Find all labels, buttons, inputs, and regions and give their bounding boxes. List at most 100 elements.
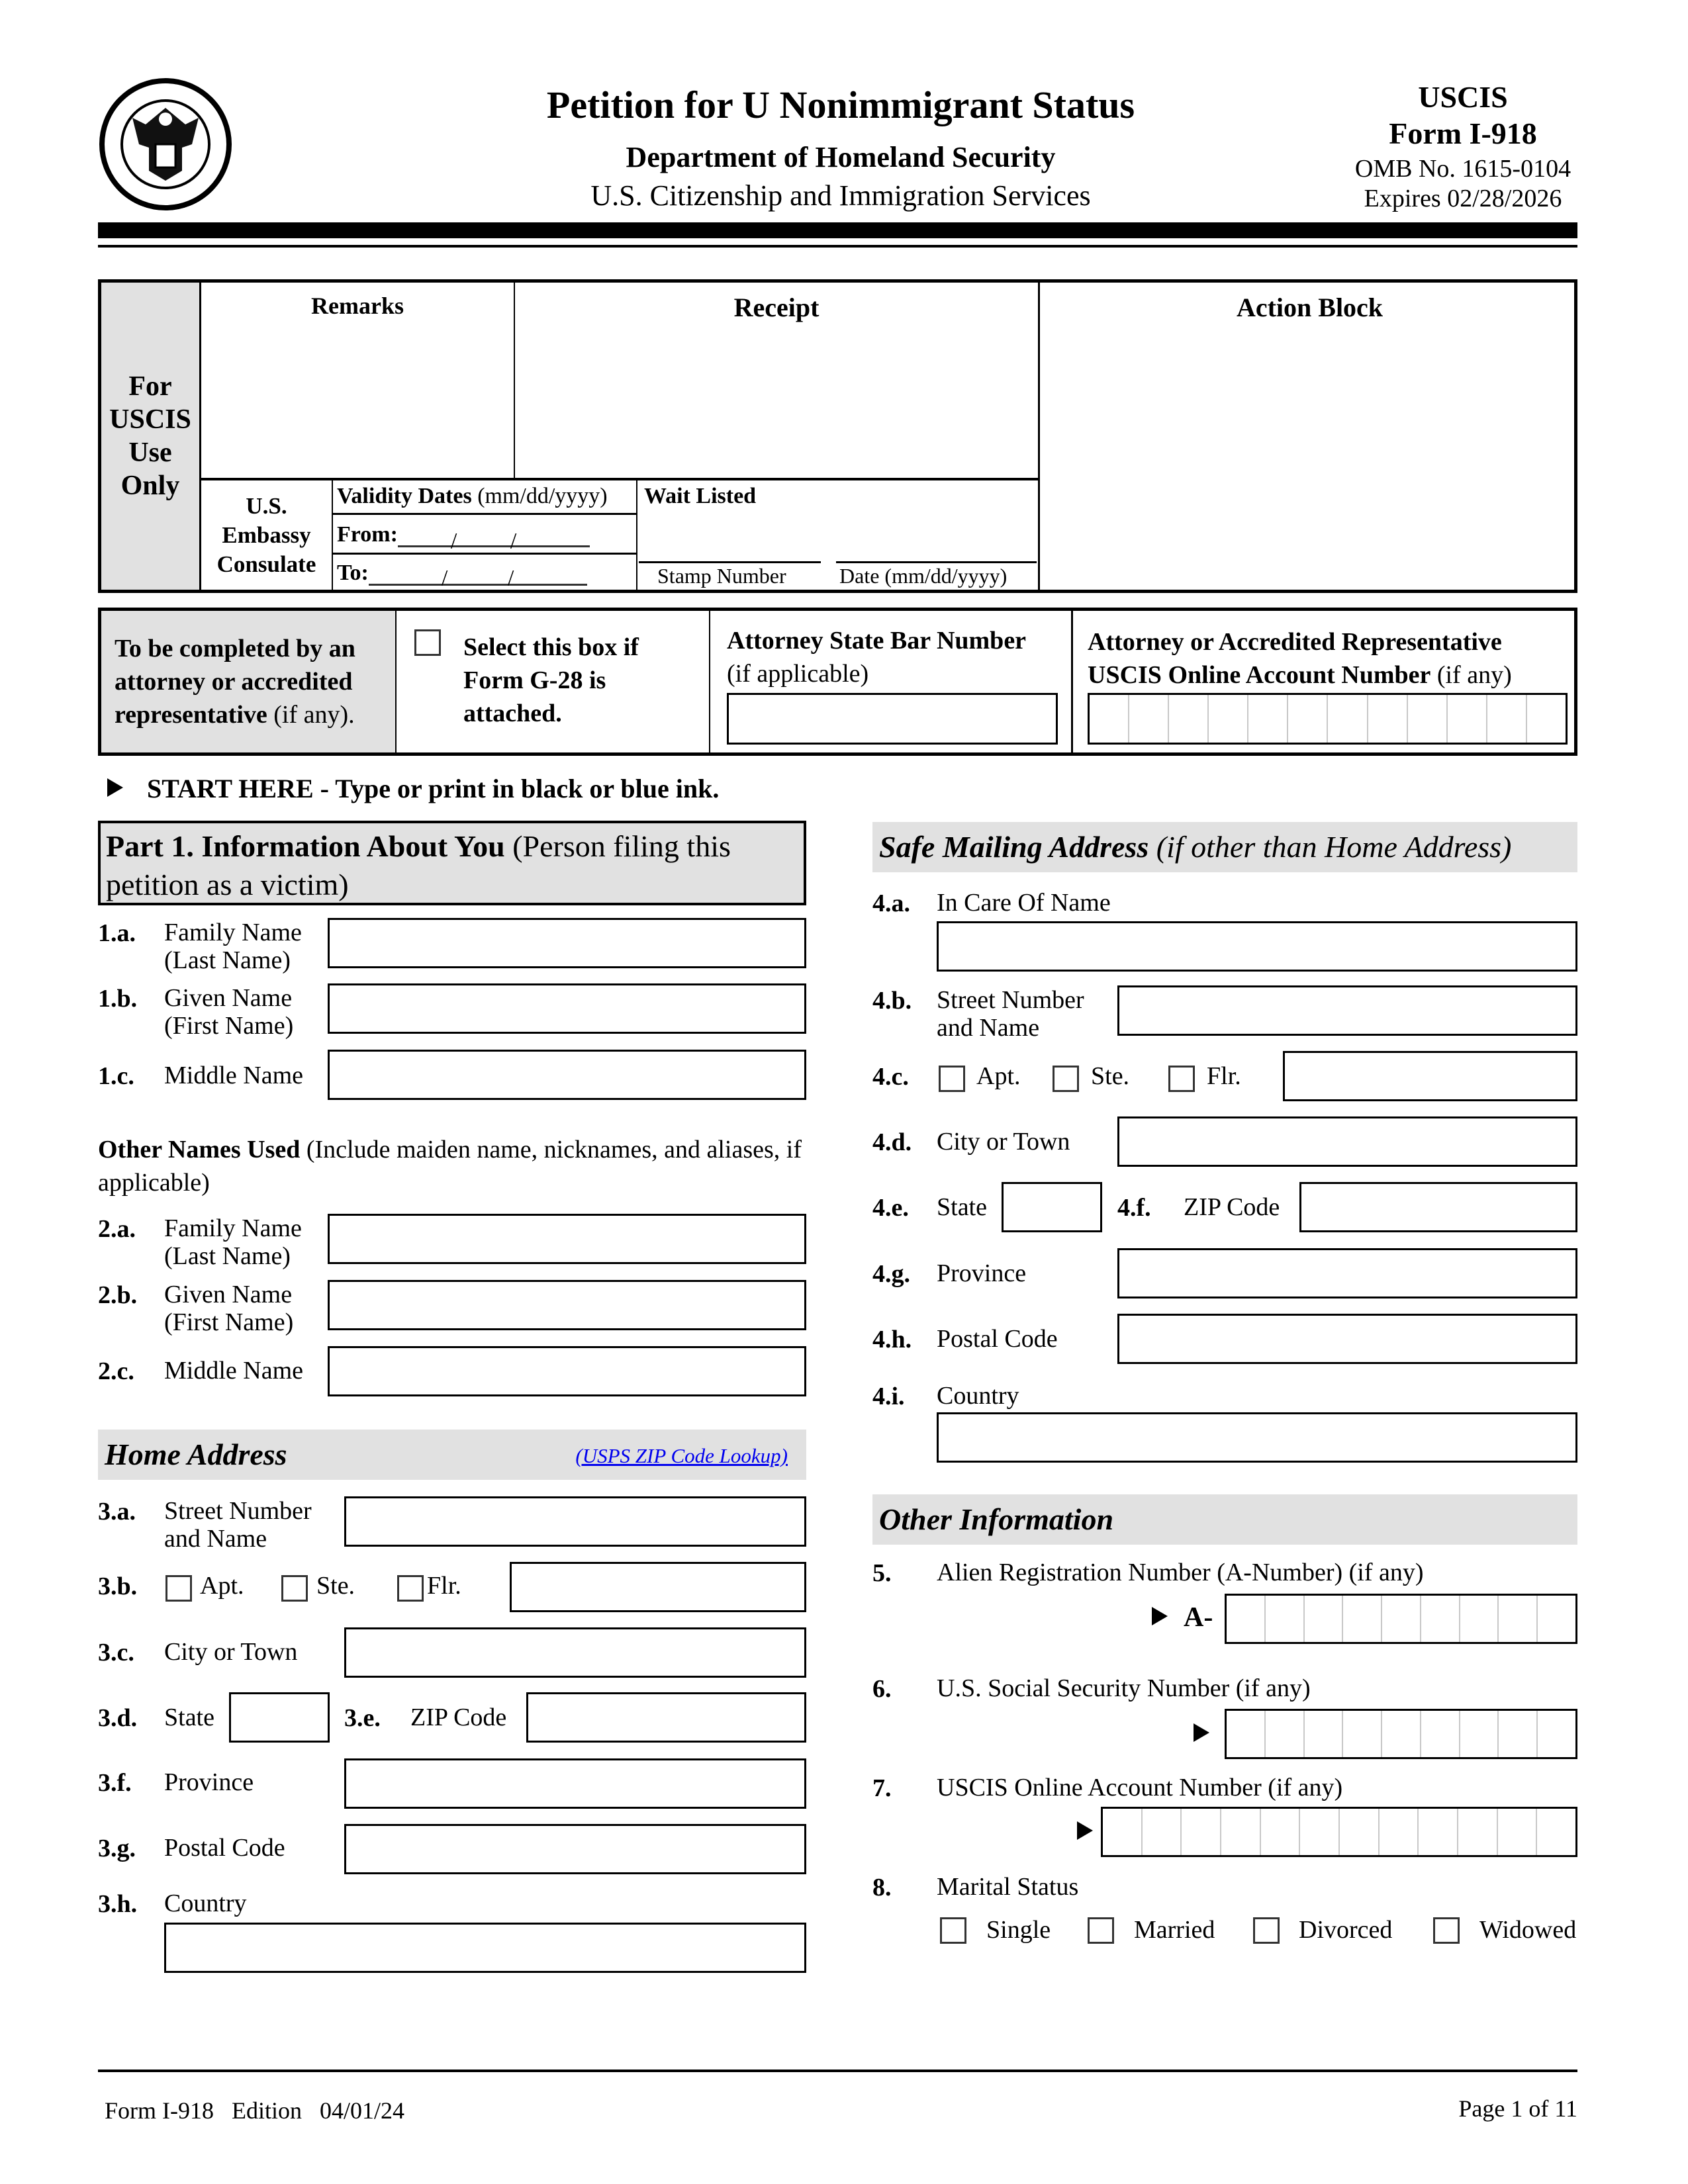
bar-number-input[interactable] — [727, 693, 1058, 745]
part1-title: Part 1. Information About You — [106, 829, 505, 863]
home-country-input[interactable] — [164, 1923, 806, 1973]
home-city-input[interactable] — [344, 1627, 806, 1678]
department-name: Department of Homeland Security — [626, 141, 1056, 173]
field-number: 3.d. — [98, 1704, 138, 1732]
field-number: 4.f. — [1117, 1194, 1151, 1222]
other-family-name-input[interactable] — [328, 1214, 806, 1264]
a-number-input[interactable] — [1225, 1594, 1577, 1644]
safe-ste-checkbox[interactable] — [1053, 1066, 1079, 1092]
a-number-arrow-icon — [1152, 1607, 1168, 1625]
online-account-input[interactable] — [1101, 1807, 1577, 1857]
home-ste-label: Ste. — [316, 1572, 355, 1600]
safe-street-label: Street Number and Name — [937, 986, 1084, 1042]
field-number: 4.d. — [872, 1128, 912, 1156]
safe-ste-label: Ste. — [1091, 1062, 1130, 1090]
attorney-account-note: (if any) — [1430, 661, 1512, 689]
agency-name: U.S. Citizenship and Immigration Service… — [590, 179, 1091, 212]
action-block-label: Action Block — [1236, 293, 1383, 322]
safe-state-input[interactable] — [1002, 1182, 1102, 1232]
field-number: 1.a. — [98, 919, 136, 947]
home-unit-number-input[interactable] — [510, 1562, 806, 1612]
safe-apt-checkbox[interactable] — [939, 1066, 965, 1092]
marital-status-label: Marital Status — [937, 1873, 1079, 1901]
field-number: 3.h. — [98, 1890, 138, 1918]
home-zip-input[interactable] — [526, 1692, 806, 1743]
marital-divorced-checkbox[interactable] — [1253, 1917, 1280, 1944]
validity-dates-label: Validity Dates — [337, 484, 472, 508]
safe-province-input[interactable] — [1117, 1248, 1577, 1298]
to-date-line[interactable]: / / — [368, 564, 587, 590]
home-flr-checkbox[interactable] — [397, 1575, 424, 1602]
ssn-arrow-icon — [1194, 1723, 1209, 1742]
receipt-label: Receipt — [733, 293, 820, 322]
field-number: 3.e. — [344, 1704, 381, 1732]
marital-married-checkbox[interactable] — [1088, 1917, 1114, 1944]
remarks-label: Remarks — [311, 293, 404, 319]
header-thin-rule — [98, 245, 1577, 248]
attorney-account-title: USCIS Online Account Number — [1088, 661, 1431, 689]
safe-flr-label: Flr. — [1207, 1062, 1241, 1090]
ssn-label: U.S. Social Security Number (if any) — [937, 1674, 1311, 1702]
field-number: 4.a. — [872, 889, 910, 917]
bar-number-label: Attorney State Bar Number (if applicable… — [727, 624, 1026, 690]
field-number: 4.g. — [872, 1260, 910, 1288]
home-flr-label: Flr. — [427, 1572, 461, 1600]
validity-dates-header: Validity Dates (mm/dd/yyyy) — [333, 480, 637, 515]
form-title: Petition for U Nonimmigrant Status — [546, 83, 1135, 126]
middle-name-input[interactable] — [328, 1050, 806, 1100]
field-number: 2.c. — [98, 1357, 134, 1385]
given-name-input[interactable] — [328, 983, 806, 1034]
date-line — [836, 561, 1037, 563]
marital-single-label: Single — [986, 1916, 1051, 1944]
g28-checkbox[interactable] — [414, 629, 441, 656]
bar-number-note: (if applicable) — [727, 660, 869, 688]
usps-zip-lookup-link[interactable]: (USPS ZIP Code Lookup) — [575, 1431, 788, 1481]
care-of-input[interactable] — [937, 921, 1577, 972]
home-apt-checkbox[interactable] — [165, 1575, 192, 1602]
a-number-label: Alien Registration Number (A-Number) (if… — [937, 1559, 1424, 1586]
safe-street-input[interactable] — [1117, 985, 1577, 1036]
attorney-account-input[interactable] — [1088, 693, 1568, 745]
embassy-text-2: Embassy — [222, 522, 311, 548]
given-name-label: Given Name (First Name) — [164, 984, 294, 1040]
home-street-input[interactable] — [344, 1496, 806, 1547]
from-date-line[interactable]: / / — [397, 525, 590, 553]
attorney-account-label: Attorney or Accredited Representative US… — [1088, 625, 1512, 692]
family-name-input[interactable] — [328, 918, 806, 968]
field-number: 4.i. — [872, 1383, 905, 1410]
home-postal-input[interactable] — [344, 1824, 806, 1874]
home-ste-checkbox[interactable] — [281, 1575, 308, 1602]
safe-flr-checkbox[interactable] — [1168, 1066, 1195, 1092]
other-given-name-input[interactable] — [328, 1280, 806, 1330]
home-zip-label: ZIP Code — [410, 1704, 507, 1731]
omb-number: OMB No. 1615-0104 — [1354, 155, 1571, 183]
safe-city-input[interactable] — [1117, 1116, 1577, 1167]
validity-dates-format: (mm/dd/yyyy) — [471, 484, 608, 508]
home-postal-label: Postal Code — [164, 1834, 285, 1862]
other-middle-name-input[interactable] — [328, 1346, 806, 1396]
field-number: 6. — [872, 1675, 892, 1703]
family-name-label: Family Name (Last Name) — [164, 919, 302, 974]
marital-widowed-checkbox[interactable] — [1433, 1917, 1460, 1944]
attorney-account-line1: Attorney or Accredited Representative — [1088, 628, 1502, 656]
stamp-number-line — [639, 561, 821, 563]
safe-address-title: Safe Mailing Address — [879, 830, 1149, 864]
g28-divider — [709, 611, 710, 752]
attorney-side-suffix: (if any). — [267, 701, 355, 729]
safe-postal-input[interactable] — [1117, 1314, 1577, 1364]
safe-zip-label: ZIP Code — [1184, 1193, 1280, 1221]
side-text-2: USCIS — [109, 404, 191, 435]
safe-country-input[interactable] — [937, 1412, 1577, 1463]
bar-number-title: Attorney State Bar Number — [727, 627, 1027, 655]
ssn-input[interactable] — [1225, 1709, 1577, 1759]
home-state-input[interactable] — [229, 1692, 330, 1743]
header-thick-rule — [98, 222, 1577, 238]
marital-married-label: Married — [1134, 1916, 1215, 1944]
safe-zip-input[interactable] — [1299, 1182, 1577, 1232]
marital-single-checkbox[interactable] — [940, 1917, 966, 1944]
safe-unit-number-input[interactable] — [1283, 1051, 1577, 1101]
home-province-input[interactable] — [344, 1758, 806, 1809]
home-address-title: Home Address — [105, 1437, 287, 1471]
field-number: 3.a. — [98, 1498, 136, 1525]
part1-header: Part 1. Information About You (Person fi… — [98, 821, 806, 905]
